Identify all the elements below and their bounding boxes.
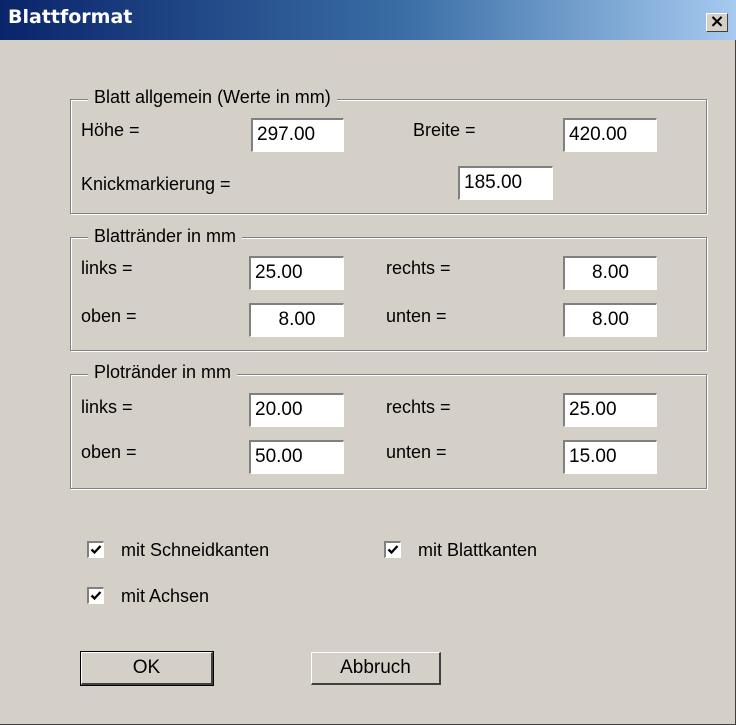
- plot-links-field[interactable]: 20.00: [249, 393, 344, 427]
- blatt-allgemein-legend: Blatt allgemein (Werte in mm): [88, 87, 337, 108]
- close-button[interactable]: ×: [706, 13, 728, 32]
- hoehe-label: Höhe =: [81, 120, 140, 140]
- schneidkanten-label[interactable]: mit Schneidkanten: [121, 540, 269, 561]
- achsen-checkbox[interactable]: [87, 587, 104, 604]
- plot-rechts-label: rechts =: [386, 397, 451, 417]
- plot-oben-field[interactable]: 50.00: [249, 440, 344, 474]
- blatt-links-field[interactable]: 25.00: [249, 256, 344, 290]
- schneidkanten-checkbox[interactable]: [87, 541, 104, 558]
- blattkanten-checkbox[interactable]: [384, 541, 401, 558]
- blatt-links-label: links =: [81, 258, 133, 278]
- plot-links-label: links =: [81, 397, 133, 417]
- hoehe-field[interactable]: 297.00: [251, 118, 344, 152]
- blattraender-legend: Blattränder in mm: [88, 226, 243, 247]
- blattformat-dialog: Blattformat × Blatt allgemein (Werte in …: [0, 0, 736, 725]
- plotraender-legend: Plotränder in mm: [88, 362, 238, 383]
- knickmarkierung-label: Knickmarkierung =: [81, 174, 231, 194]
- plot-unten-label: unten =: [386, 442, 447, 462]
- close-icon: ×: [709, 11, 725, 32]
- plot-oben-label: oben =: [81, 442, 137, 462]
- breite-field[interactable]: 420.00: [563, 118, 657, 152]
- blatt-unten-label: unten =: [386, 306, 447, 326]
- blatt-unten-field[interactable]: 8.00: [563, 303, 657, 337]
- window-title: Blattformat: [8, 6, 133, 28]
- achsen-label[interactable]: mit Achsen: [121, 586, 209, 607]
- blattkanten-label[interactable]: mit Blattkanten: [418, 540, 537, 561]
- blatt-oben-field[interactable]: 8.00: [249, 303, 344, 337]
- breite-label: Breite =: [413, 120, 476, 140]
- blatt-rechts-field[interactable]: 8.00: [563, 256, 657, 290]
- blatt-oben-label: oben =: [81, 306, 137, 326]
- blatt-rechts-label: rechts =: [386, 258, 451, 278]
- title-bar[interactable]: Blattformat ×: [0, 0, 736, 40]
- checkmark-icon: [90, 545, 102, 555]
- plot-rechts-field[interactable]: 25.00: [563, 393, 657, 427]
- plot-unten-field[interactable]: 15.00: [563, 440, 657, 474]
- checkmark-icon: [387, 545, 399, 555]
- knickmarkierung-field[interactable]: 185.00: [458, 166, 553, 200]
- ok-button[interactable]: OK: [80, 651, 214, 686]
- checkmark-icon: [90, 591, 102, 601]
- blatt-allgemein-group: [70, 99, 707, 214]
- cancel-button[interactable]: Abbruch: [311, 652, 441, 685]
